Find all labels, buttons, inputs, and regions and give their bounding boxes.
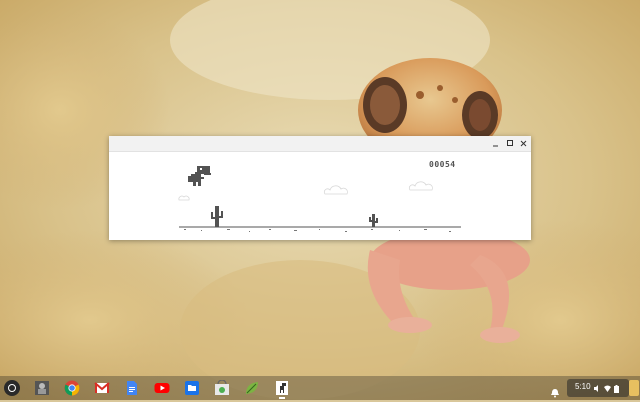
close-icon (520, 140, 527, 147)
leaf-app-icon[interactable] (244, 380, 260, 396)
avatar[interactable] (629, 380, 639, 396)
files-icon[interactable] (184, 380, 200, 396)
minimize-button[interactable] (490, 137, 503, 150)
dino-game-window: 00054 (109, 136, 531, 240)
launcher-button[interactable] (4, 380, 20, 396)
game-canvas[interactable]: 00054 (109, 152, 531, 240)
shelf: 5:10 (0, 376, 640, 400)
clock: 5:10 (575, 382, 591, 391)
game-scene (178, 166, 461, 232)
cloud-icon (178, 195, 190, 201)
notification-bell-icon[interactable] (550, 383, 560, 398)
minimize-icon (493, 145, 498, 147)
gmail-icon[interactable] (94, 380, 110, 396)
photos-app-icon[interactable] (34, 380, 50, 396)
wifi-icon (604, 385, 611, 392)
cactus-icon (211, 206, 223, 227)
score-counter: 00054 (429, 160, 456, 169)
ground-texture (184, 229, 451, 232)
chrome-icon[interactable] (64, 380, 80, 396)
window-titlebar[interactable] (109, 136, 531, 152)
youtube-icon[interactable] (154, 380, 170, 396)
system-tray[interactable]: 5:10 (567, 379, 629, 397)
battery-icon (614, 385, 619, 393)
maximize-button[interactable] (504, 137, 517, 150)
cloud-icon (408, 181, 433, 191)
web-store-icon[interactable] (214, 380, 230, 396)
close-button[interactable] (517, 137, 530, 150)
running-indicator (279, 397, 285, 399)
volume-icon (594, 385, 598, 392)
docs-icon[interactable] (124, 380, 140, 396)
maximize-icon (507, 140, 513, 146)
cactus-icon (369, 214, 378, 227)
dinosaur-icon (188, 166, 211, 186)
dino-app-icon[interactable] (274, 380, 290, 396)
cloud-icon (323, 185, 348, 195)
